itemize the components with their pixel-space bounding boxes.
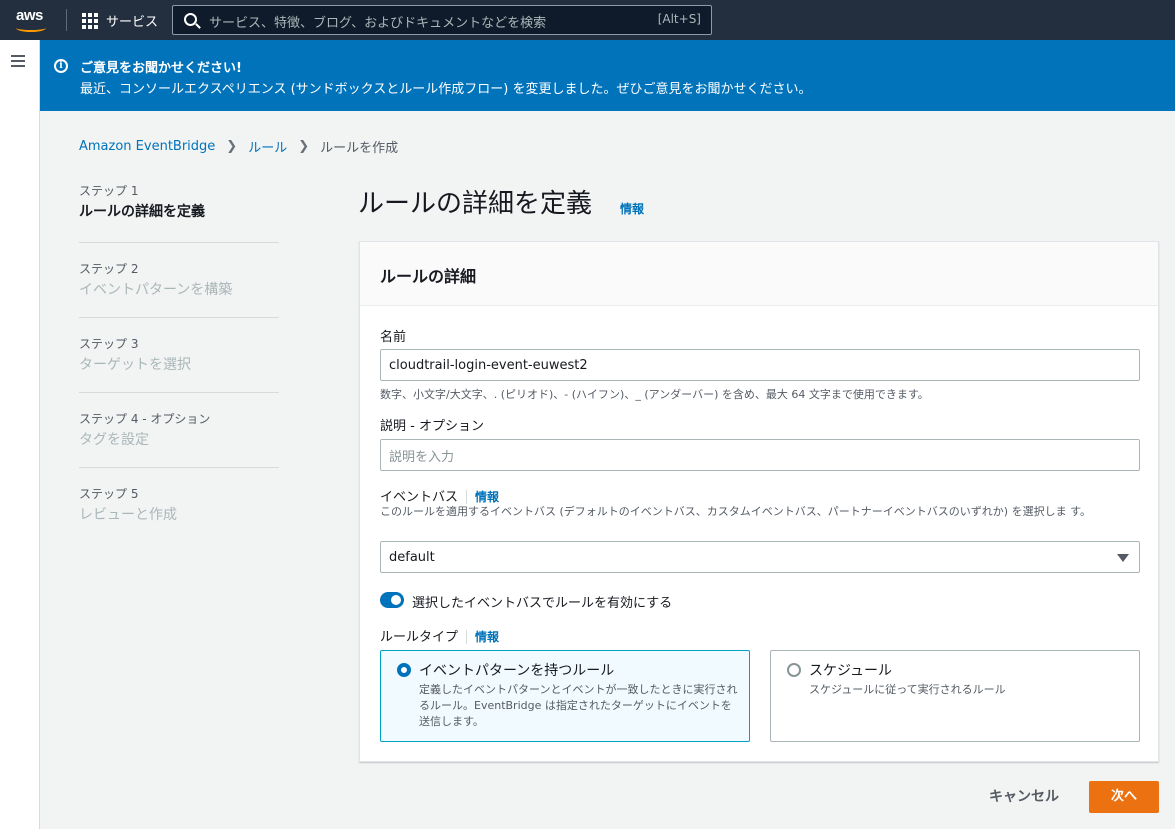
chevron-right-icon: ❯ <box>226 139 238 154</box>
ruletype-label: ルールタイプ <box>380 630 459 645</box>
step-number: ステップ 5 <box>79 487 139 501</box>
tile-title: スケジュール <box>809 663 893 679</box>
enable-rule-label: 選択したイベントバスでルールを有効にする <box>412 596 673 611</box>
menu-icon[interactable] <box>11 55 25 67</box>
panel-header: ルールの詳細 <box>360 242 1158 306</box>
cancel-button[interactable]: キャンセル <box>978 782 1070 812</box>
services-label: サービス <box>106 15 159 30</box>
step-label: タグを設定 <box>79 432 149 448</box>
tile-description: 定義したイベントパターンとイベントが一致したときに実行されるルール。EventB… <box>419 683 738 728</box>
nav-divider <box>66 9 67 31</box>
name-field[interactable]: cloudtrail-login-event-euwest2 <box>380 349 1140 381</box>
aws-smile-icon <box>16 24 46 32</box>
search-shortcut: [Alt+S] <box>657 12 701 26</box>
grid-icon <box>82 12 98 29</box>
eventbus-info-link[interactable]: 情報 <box>466 490 500 504</box>
step-1: ステップ 1 ルールの詳細を定義 <box>79 183 279 243</box>
step-3: ステップ 3 ターゲットを選択 <box>79 318 279 393</box>
aws-logo[interactable]: aws <box>14 6 50 34</box>
step-label: イベントパターンを構築 <box>79 282 233 298</box>
page-title: ルールの詳細を定義 <box>358 189 593 219</box>
name-label: 名前 <box>380 330 407 345</box>
name-hint: 数字、小文字/大文字、. (ピリオド)、- (ハイフン)、_ (アンダーバー) … <box>380 388 929 401</box>
eventbus-label-row: イベントバス 情報 <box>380 486 500 505</box>
step-label: ルールの詳細を定義 <box>79 204 205 220</box>
radio-selected-icon[interactable] <box>397 663 411 677</box>
banner-title: ご意見をお聞かせください! <box>80 61 242 76</box>
caret-down-icon <box>1117 554 1129 562</box>
step-number: ステップ 4 - オプション <box>79 412 211 426</box>
feedback-banner: i ご意見をお聞かせください! 最近、コンソールエクスペリエンス (サンドボック… <box>40 40 1175 111</box>
step-2: ステップ 2 イベントパターンを構築 <box>79 243 279 318</box>
eventbus-selected-value: default <box>389 549 435 565</box>
step-number: ステップ 3 <box>79 337 139 351</box>
ruletype-label-row: ルールタイプ 情報 <box>380 626 500 645</box>
top-navigation: aws サービス サービス、特徴、ブログ、およびドキュメントなどを検索 [Alt… <box>0 0 1175 40</box>
description-field[interactable]: 説明を入力 <box>380 439 1140 471</box>
radio-unselected-icon[interactable] <box>787 663 801 677</box>
step-number: ステップ 1 <box>79 184 139 198</box>
ruletype-info-link[interactable]: 情報 <box>466 630 500 644</box>
panel-title: ルールの詳細 <box>380 267 477 286</box>
tile-description: スケジュールに従って実行されるルール <box>809 683 1006 696</box>
step-label: ターゲットを選択 <box>79 357 191 373</box>
wizard-steps: ステップ 1 ルールの詳細を定義 ステップ 2 イベントパターンを構築 ステップ… <box>79 183 279 543</box>
next-button[interactable]: 次へ <box>1089 781 1159 813</box>
eventbus-hint: このルールを適用するイベントバス (デフォルトのイベントバス、カスタムイベントバ… <box>380 505 1091 518</box>
search-input[interactable]: サービス、特徴、ブログ、およびドキュメントなどを検索 [Alt+S] <box>172 5 712 35</box>
ruletype-schedule-tile[interactable]: スケジュール スケジュールに従って実行されるルール <box>770 650 1140 742</box>
services-menu-button[interactable]: サービス <box>82 11 158 30</box>
search-placeholder: サービス、特徴、ブログ、およびドキュメントなどを検索 <box>209 16 547 31</box>
step-label: レビューと作成 <box>79 507 177 523</box>
page-info-link[interactable]: 情報 <box>620 200 644 217</box>
info-icon: i <box>54 59 68 73</box>
search-icon <box>184 13 197 26</box>
step-4: ステップ 4 - オプション タグを設定 <box>79 393 279 468</box>
breadcrumb-eventbridge[interactable]: Amazon EventBridge <box>79 139 215 154</box>
ruletype-event-pattern-tile[interactable]: イベントパターンを持つルール 定義したイベントパターンとイベントが一致したときに… <box>380 650 750 742</box>
tile-title: イベントパターンを持つルール <box>419 663 615 679</box>
eventbus-label: イベントバス <box>380 490 459 505</box>
step-number: ステップ 2 <box>79 262 139 276</box>
breadcrumb-current: ルールを作成 <box>320 141 399 156</box>
aws-logo-text: aws <box>16 7 43 24</box>
breadcrumb: Amazon EventBridge ❯ ルール ❯ ルールを作成 <box>79 137 398 156</box>
rule-details-panel: ルールの詳細 名前 cloudtrail-login-event-euwest2… <box>359 241 1159 762</box>
breadcrumb-rules[interactable]: ルール <box>248 137 287 156</box>
side-rail <box>0 40 40 829</box>
step-5: ステップ 5 レビューと作成 <box>79 468 279 543</box>
chevron-right-icon: ❯ <box>298 139 310 154</box>
eventbus-select[interactable]: default <box>380 541 1140 573</box>
enable-rule-toggle[interactable] <box>380 592 404 608</box>
banner-text: 最近、コンソールエクスペリエンス (サンドボックスとルール作成フロー) を変更し… <box>80 82 812 97</box>
description-label: 説明 - オプション <box>380 419 484 434</box>
